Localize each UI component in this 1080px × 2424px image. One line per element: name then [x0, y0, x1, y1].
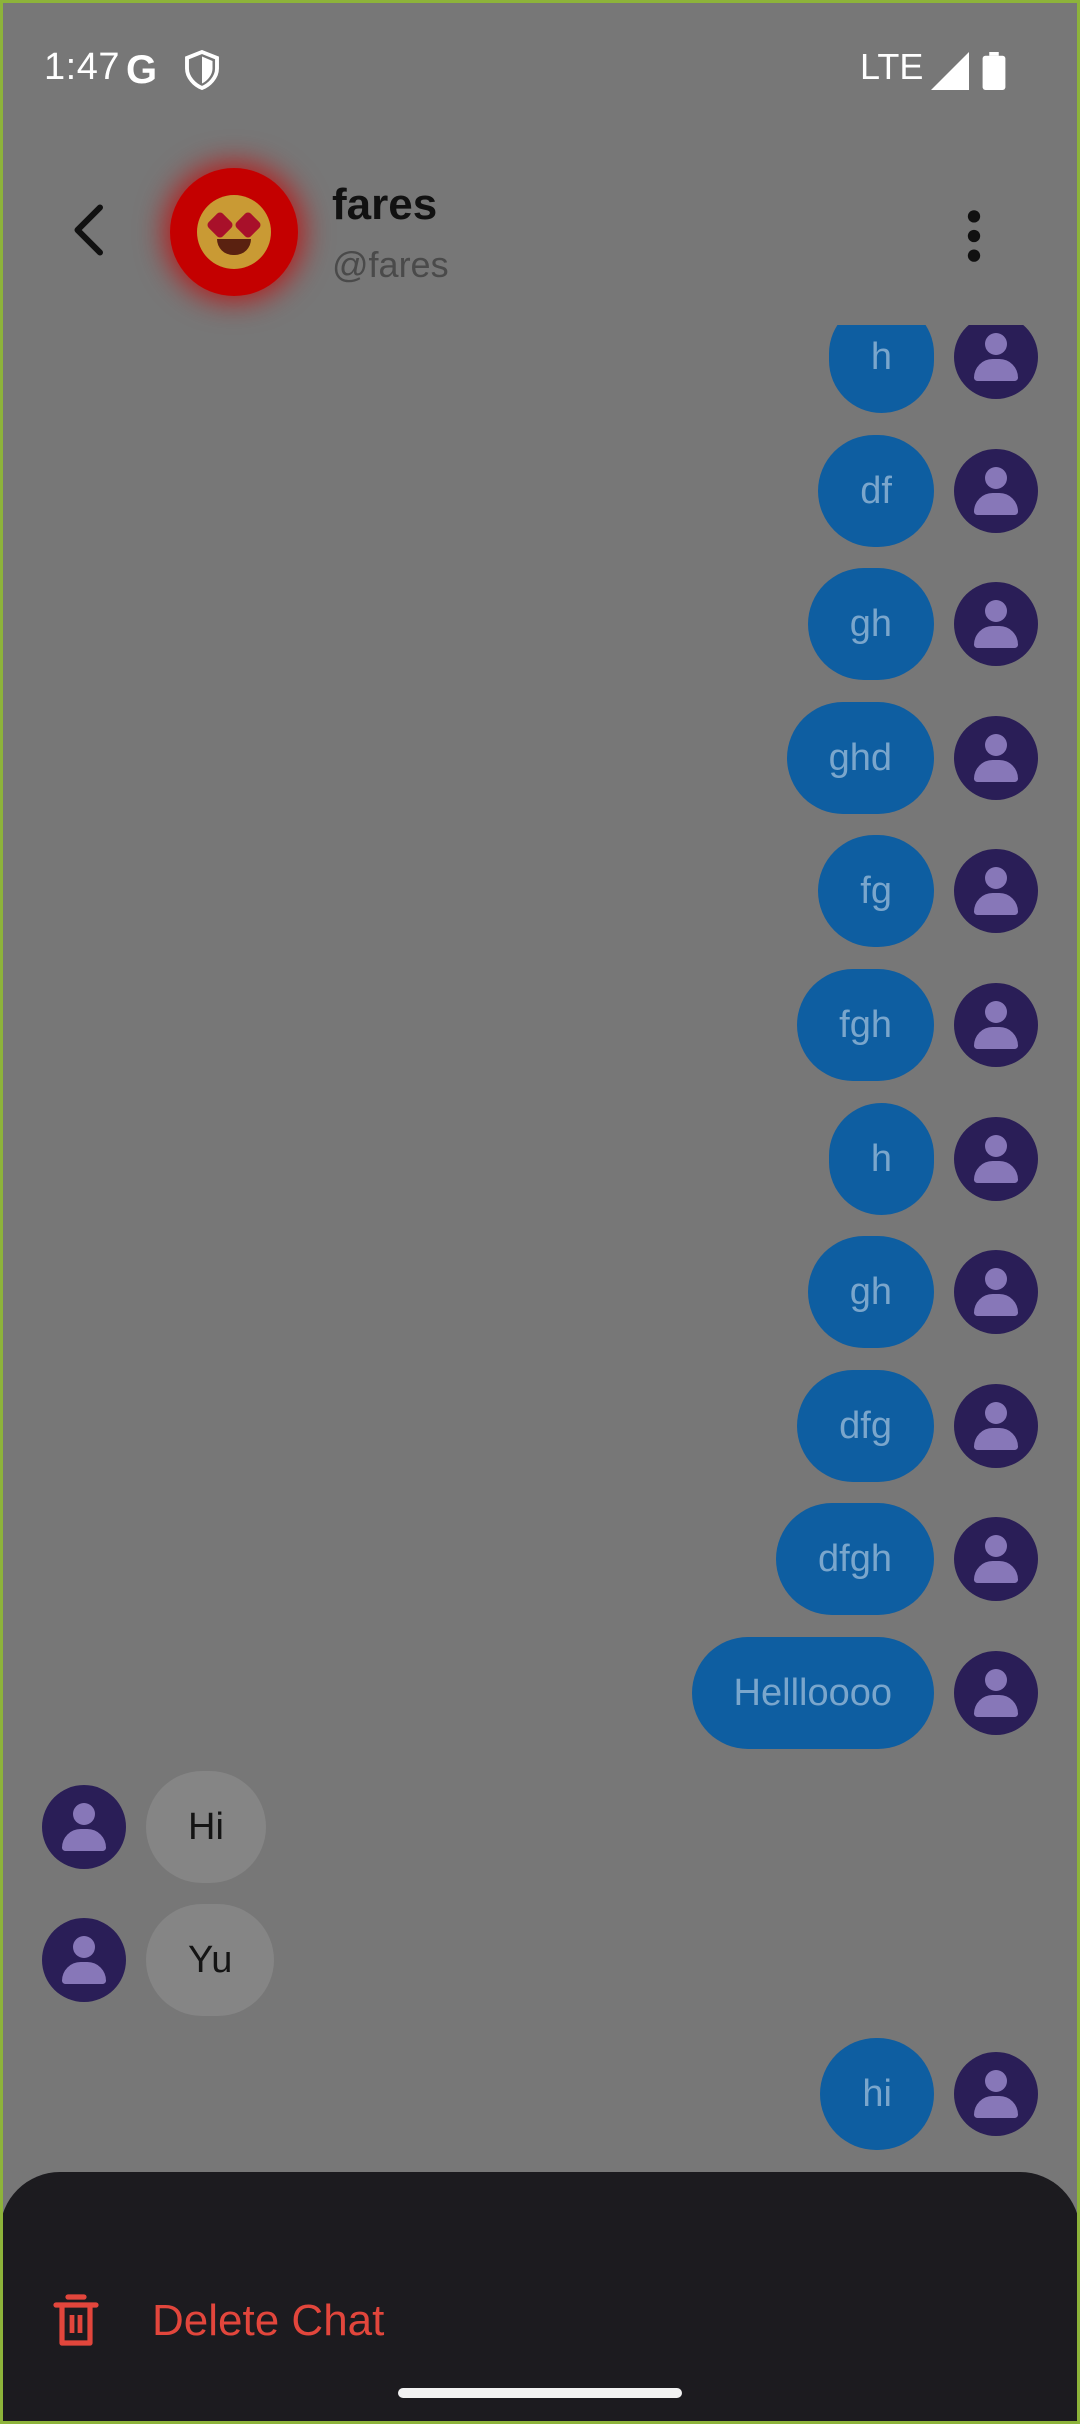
outgoing-message-bubble[interactable]: ghd [786, 702, 934, 814]
message-list[interactable]: h df gh ghd fg fgh h gh dfg dfgh Hellloooo Hi Yu hi [0, 325, 1080, 2175]
incoming-message-bubble[interactable]: Yu [146, 1904, 275, 2016]
contact-name[interactable]: fares [332, 180, 437, 230]
heart-eyes-emoji-icon [197, 195, 271, 269]
outgoing-message-bubble[interactable]: dfg [797, 1370, 934, 1482]
person-avatar-icon[interactable] [954, 716, 1038, 800]
message-row: h [0, 325, 1080, 413]
person-avatar-icon[interactable] [954, 582, 1038, 666]
outgoing-message-bubble[interactable]: dfgh [776, 1503, 934, 1615]
person-avatar-icon[interactable] [954, 325, 1038, 399]
message-row: Hellloooo [0, 1637, 1080, 1749]
outgoing-message-bubble[interactable]: gh [807, 568, 934, 680]
status-time: 1:47 [44, 46, 120, 88]
chat-options-sheet: Delete Chat [0, 2172, 1080, 2424]
incoming-message-bubble[interactable]: Hi [146, 1771, 266, 1883]
status-bar: 1:47 G LTE [0, 0, 1080, 140]
message-row: Hi [0, 1771, 1080, 1883]
person-avatar-icon[interactable] [954, 849, 1038, 933]
battery-icon [982, 52, 1006, 90]
message-row: Yu [0, 1904, 1080, 2016]
back-arrow-icon[interactable] [60, 200, 120, 260]
message-row: ghd [0, 702, 1080, 814]
signal-icon [931, 52, 969, 90]
outgoing-message-bubble[interactable]: fgh [797, 969, 934, 1081]
outgoing-message-bubble[interactable]: h [828, 325, 934, 413]
person-avatar-icon[interactable] [954, 1384, 1038, 1468]
message-row: fgh [0, 969, 1080, 1081]
message-row: fg [0, 835, 1080, 947]
person-avatar-icon[interactable] [954, 1117, 1038, 1201]
outgoing-message-bubble[interactable]: df [818, 435, 934, 547]
outgoing-message-bubble[interactable]: h [828, 1103, 934, 1215]
trash-icon [53, 2294, 99, 2346]
outgoing-message-bubble[interactable]: gh [807, 1236, 934, 1348]
message-row: gh [0, 1236, 1080, 1348]
person-avatar-icon[interactable] [42, 1785, 126, 1869]
outgoing-message-bubble[interactable]: fg [818, 835, 934, 947]
home-indicator[interactable] [398, 2388, 682, 2398]
person-avatar-icon[interactable] [954, 1651, 1038, 1735]
delete-chat-label: Delete Chat [152, 2296, 385, 2345]
google-icon: G [126, 48, 158, 92]
person-avatar-icon[interactable] [954, 1517, 1038, 1601]
outgoing-message-bubble[interactable]: hi [820, 2038, 934, 2150]
message-row: df [0, 435, 1080, 547]
person-avatar-icon[interactable] [42, 1918, 126, 2002]
person-avatar-icon[interactable] [954, 983, 1038, 1067]
person-avatar-icon[interactable] [954, 449, 1038, 533]
person-avatar-icon[interactable] [954, 2052, 1038, 2136]
chat-header: fares @fares [0, 140, 1080, 325]
shield-icon [185, 50, 219, 90]
contact-handle: @fares [332, 244, 449, 285]
message-row: dfgh [0, 1503, 1080, 1615]
outgoing-message-bubble[interactable]: Hellloooo [691, 1637, 934, 1749]
message-row: h [0, 1103, 1080, 1215]
delete-chat-button[interactable]: Delete Chat [42, 2266, 642, 2376]
contact-avatar[interactable] [170, 168, 298, 296]
more-options-icon[interactable] [960, 208, 988, 264]
message-row: dfg [0, 1370, 1080, 1482]
message-row: hi [0, 2038, 1080, 2150]
message-row: gh [0, 568, 1080, 680]
person-avatar-icon[interactable] [954, 1250, 1038, 1334]
network-type: LTE [860, 46, 924, 87]
